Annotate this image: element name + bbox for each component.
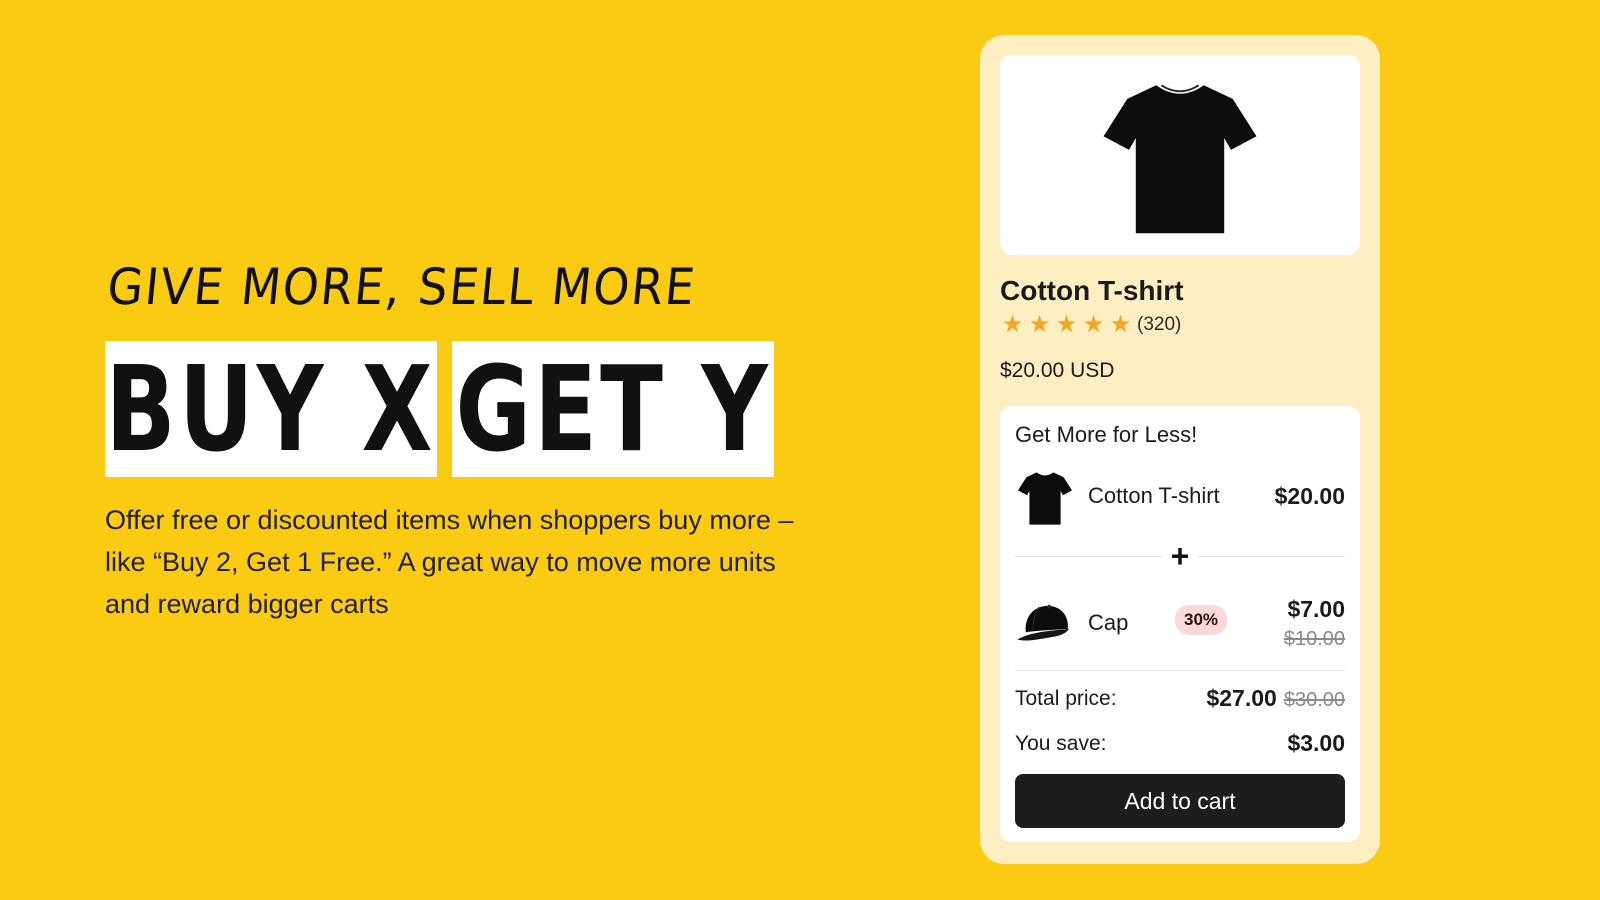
- product-rating: ★ ★ ★ ★ ★ (320): [1000, 311, 1182, 338]
- star-icon: ★: [1001, 311, 1024, 338]
- product-price: $20.00 USD: [1000, 359, 1115, 382]
- bundle-item: Cotton T-shirt $20.00: [1015, 461, 1345, 531]
- hero-section: GIVE MORE, SELL MORE BUY X GET Y Offer f…: [104, 258, 805, 652]
- add-to-cart-button[interactable]: Add to cart: [1015, 774, 1345, 828]
- savings-values: $3.00: [1287, 730, 1345, 757]
- t-shirt-icon: [1103, 84, 1257, 234]
- bundle-offer: Get More for Less! Cotton T-shirt $20.00…: [1000, 406, 1360, 842]
- t-shirt-icon: [1018, 472, 1072, 525]
- product-title: Cotton T-shirt: [1000, 275, 1184, 306]
- product-card: Cotton T-shirt ★ ★ ★ ★ ★ (320) $20.00 US…: [980, 35, 1380, 864]
- total-original-price: $30.00: [1283, 689, 1345, 711]
- bundle-title: Get More for Less!: [1015, 422, 1198, 447]
- total-price-values: $27.00 $30.00: [1206, 685, 1345, 712]
- item-name: Cotton T-shirt: [1088, 483, 1220, 508]
- savings-amount: $3.00: [1287, 730, 1345, 756]
- item-price: $7.00: [1287, 596, 1345, 622]
- bundle-item: Cap 30% $7.00 $10.00: [1015, 588, 1345, 658]
- item-price: $20.00: [1274, 483, 1345, 509]
- savings-label: You save:: [1015, 732, 1107, 755]
- plus-icon: +: [1163, 538, 1197, 574]
- item-thumbnail: [1015, 467, 1075, 527]
- star-icon: ★: [1082, 311, 1105, 338]
- star-icon: ★: [1055, 311, 1078, 338]
- review-count: (320): [1137, 314, 1182, 335]
- cap-icon: [1017, 604, 1069, 641]
- product-image[interactable]: [1000, 55, 1360, 255]
- hero-description: Offer free or discounted items when shop…: [105, 505, 794, 619]
- item-name: Cap: [1088, 610, 1129, 635]
- discount-badge: 30%: [1175, 605, 1228, 635]
- item-thumbnail: [1015, 594, 1075, 654]
- headline-box-get: GET Y: [452, 341, 774, 477]
- star-icon: ★: [1109, 311, 1132, 338]
- star-icon: ★: [1028, 311, 1051, 338]
- savings-row: You save: $3.00: [1015, 730, 1345, 762]
- headline-box-buy: BUY X: [105, 341, 437, 477]
- total-price-row: Total price: $27.00 $30.00: [1015, 685, 1345, 717]
- headline-text-get: GET Y: [455, 341, 771, 477]
- total-price-label: Total price:: [1015, 687, 1117, 710]
- total-price-value: $27.00: [1206, 685, 1277, 711]
- divider: [1015, 670, 1345, 671]
- item-original-price: $10.00: [1283, 628, 1345, 650]
- headline-text-buy: BUY X: [105, 341, 437, 477]
- headline: BUY X GET Y: [105, 341, 805, 477]
- tagline: GIVE MORE, SELL MORE: [104, 258, 699, 316]
